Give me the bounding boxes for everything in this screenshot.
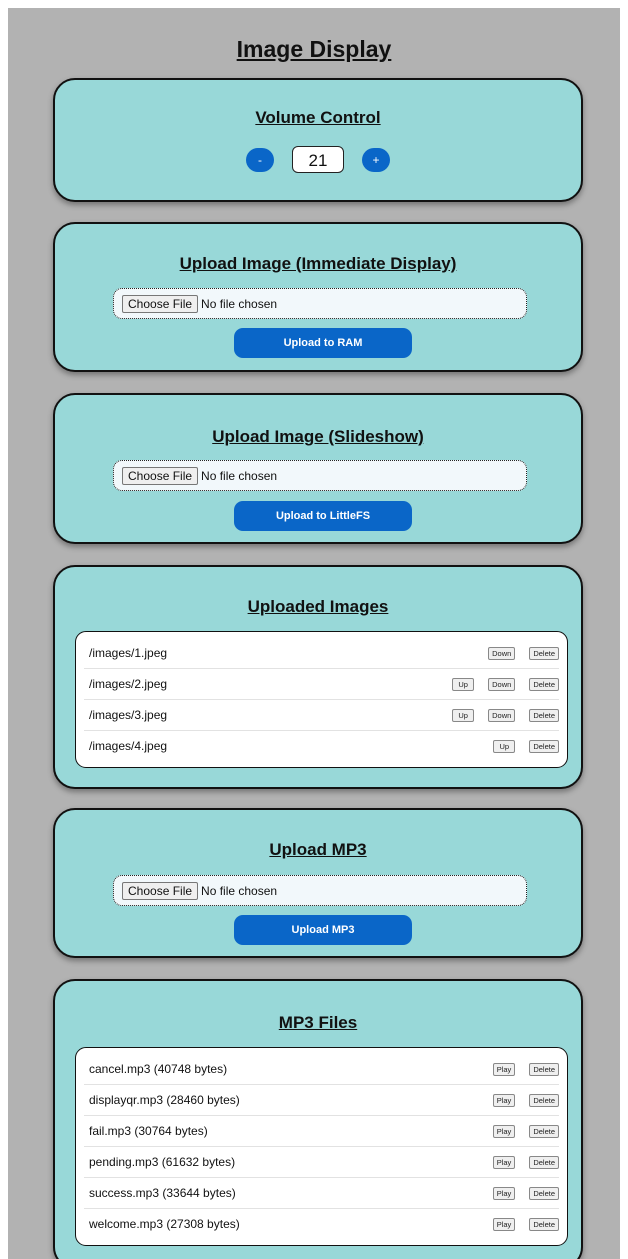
mp3-files-list: cancel.mp3 (40748 bytes) Play Delete dis… [75,1047,568,1246]
image-path: /images/3.jpeg [89,708,168,722]
upload-slideshow-file-input[interactable]: Choose File No file chosen [113,460,527,491]
delete-button[interactable]: Delete [529,1217,559,1231]
upload-mp3-card: Upload MP3 Choose File No file chosen Up… [53,808,583,958]
list-item: /images/4.jpeg Up Delete [84,731,559,761]
delete-button[interactable]: Delete [529,1062,559,1076]
upload-ram-file-status: No file chosen [201,296,278,311]
delete-button[interactable]: Delete [529,1124,559,1138]
upload-slideshow-file-status: No file chosen [201,468,278,483]
delete-button[interactable]: Delete [529,739,559,753]
move-up-button[interactable]: Up [493,739,516,753]
list-item: fail.mp3 (30764 bytes) Play Delete [84,1116,559,1147]
delete-button[interactable]: Delete [529,1093,559,1107]
volume-title: Volume Control [255,108,381,127]
upload-ram-file-input[interactable]: Choose File No file chosen [113,288,527,319]
upload-ram-choose-file-button[interactable]: Choose File [122,294,199,313]
page-title: Image Display [236,36,392,62]
play-button[interactable]: Play [492,1124,516,1138]
image-path: /images/2.jpeg [89,677,168,691]
mp3-file-name: cancel.mp3 (40748 bytes) [89,1062,228,1076]
play-button[interactable]: Play [492,1062,516,1076]
mp3-file-name: displayqr.mp3 (28460 bytes) [89,1093,240,1107]
upload-slideshow-card: Upload Image (Slideshow) Choose File No … [53,393,583,544]
play-button[interactable]: Play [492,1217,516,1231]
upload-mp3-file-input[interactable]: Choose File No file chosen [113,875,527,906]
mp3-files-card: MP3 Files cancel.mp3 (40748 bytes) Play … [53,979,583,1259]
list-item: /images/3.jpeg Up Down Delete [84,700,559,731]
page: Image Display Volume Control - 21 + Uplo… [8,8,620,1259]
volume-controls: - 21 + [55,146,581,173]
play-button[interactable]: Play [492,1155,516,1169]
upload-slideshow-choose-file-button[interactable]: Choose File [122,466,199,485]
list-item: cancel.mp3 (40748 bytes) Play Delete [84,1054,559,1085]
upload-mp3-choose-file-button[interactable]: Choose File [122,881,199,900]
delete-button[interactable]: Delete [529,677,559,691]
volume-value: 21 [292,146,344,173]
mp3-file-name: fail.mp3 (30764 bytes) [89,1124,208,1138]
list-item: displayqr.mp3 (28460 bytes) Play Delete [84,1085,559,1116]
delete-button[interactable]: Delete [529,708,559,722]
move-down-button[interactable]: Down [488,708,516,722]
uploaded-images-list: /images/1.jpeg Down Delete /images/2.jpe… [75,631,568,768]
upload-ram-card: Upload Image (Immediate Display) Choose … [53,222,583,372]
list-item: welcome.mp3 (27308 bytes) Play Delete [84,1209,559,1239]
upload-to-littlefs-button[interactable]: Upload to LittleFS [234,501,412,531]
list-item: /images/2.jpeg Up Down Delete [84,669,559,700]
play-button[interactable]: Play [492,1093,516,1107]
move-down-button[interactable]: Down [488,646,516,660]
upload-mp3-button[interactable]: Upload MP3 [234,915,412,945]
delete-button[interactable]: Delete [529,646,559,660]
mp3-file-name: pending.mp3 (61632 bytes) [89,1155,236,1169]
uploaded-images-card: Uploaded Images /images/1.jpeg Down Dele… [53,565,583,789]
mp3-file-name: welcome.mp3 (27308 bytes) [89,1217,240,1231]
delete-button[interactable]: Delete [529,1155,559,1169]
upload-ram-title: Upload Image (Immediate Display) [179,254,457,273]
volume-increase-button[interactable]: + [362,147,390,172]
upload-slideshow-title: Upload Image (Slideshow) [212,427,424,446]
upload-mp3-file-status: No file chosen [201,883,278,898]
delete-button[interactable]: Delete [529,1186,559,1200]
move-up-button[interactable]: Up [452,677,475,691]
list-item: success.mp3 (33644 bytes) Play Delete [84,1178,559,1209]
mp3-files-title: MP3 Files [278,1013,358,1032]
upload-to-ram-button[interactable]: Upload to RAM [234,328,412,358]
image-path: /images/1.jpeg [89,646,168,660]
move-down-button[interactable]: Down [488,677,516,691]
uploaded-images-title: Uploaded Images [247,597,389,616]
list-item: /images/1.jpeg Down Delete [84,638,559,669]
volume-decrease-button[interactable]: - [246,147,274,172]
list-item: pending.mp3 (61632 bytes) Play Delete [84,1147,559,1178]
mp3-file-name: success.mp3 (33644 bytes) [89,1186,236,1200]
play-button[interactable]: Play [492,1186,516,1200]
move-up-button[interactable]: Up [452,708,475,722]
image-path: /images/4.jpeg [89,739,168,753]
upload-mp3-title: Upload MP3 [269,840,367,859]
volume-card: Volume Control - 21 + [53,78,583,202]
